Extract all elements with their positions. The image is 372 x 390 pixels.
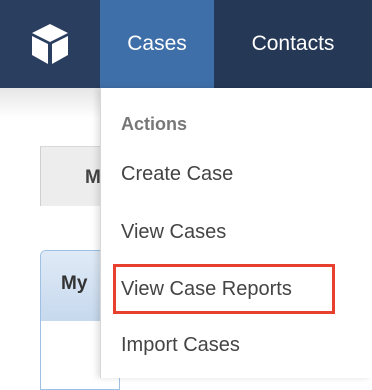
cube-icon bbox=[32, 24, 68, 64]
background-tab-label: M bbox=[85, 167, 101, 188]
menu-item-create-case[interactable]: Create Case bbox=[121, 163, 233, 186]
page-background bbox=[0, 88, 100, 118]
menu-item-view-case-reports[interactable]: View Case Reports bbox=[121, 278, 292, 301]
cases-dropdown-menu: Actions Create Case View Cases View Case… bbox=[100, 88, 372, 378]
tab-cases[interactable]: Cases bbox=[100, 0, 214, 88]
home-logo-button[interactable] bbox=[0, 0, 100, 88]
menu-item-import-cases[interactable]: Import Cases bbox=[121, 334, 240, 357]
tab-contacts[interactable]: Contacts bbox=[214, 0, 372, 88]
background-dashlet-title: My bbox=[61, 273, 88, 294]
top-navbar: Cases Contacts bbox=[0, 0, 372, 88]
menu-section-header: Actions bbox=[121, 114, 188, 134]
menu-item-view-cases[interactable]: View Cases bbox=[121, 221, 226, 244]
